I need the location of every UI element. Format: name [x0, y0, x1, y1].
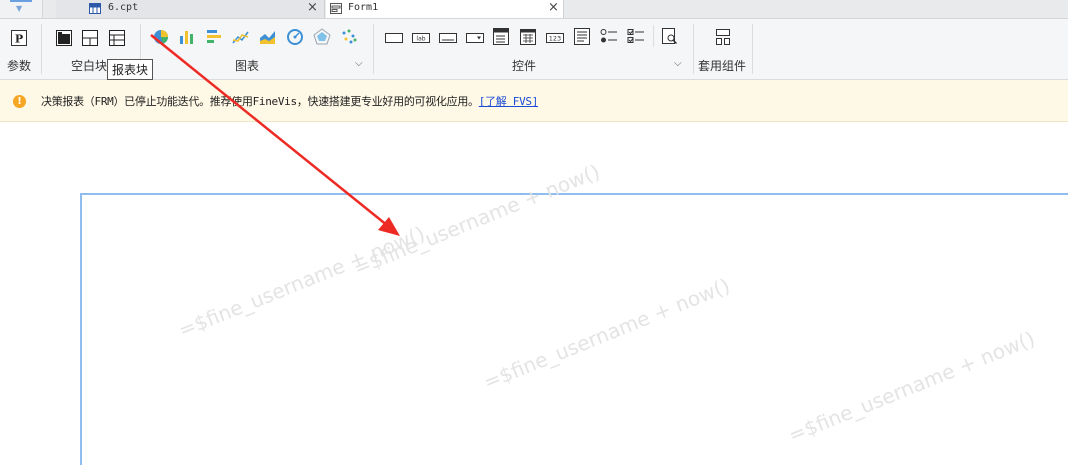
close-icon[interactable]: ×: [307, 0, 318, 15]
button-widget-icon[interactable]: [385, 30, 403, 48]
chevron-down-icon: ▼: [16, 4, 23, 13]
svg-text:P: P: [15, 33, 23, 46]
gauge-chart-icon[interactable]: [286, 28, 304, 46]
svg-text:lab: lab: [416, 36, 425, 43]
search-widget-icon[interactable]: [662, 28, 680, 46]
close-icon[interactable]: ×: [548, 0, 559, 15]
group-label-component: 套用组件: [698, 59, 747, 73]
bar-chart-icon[interactable]: [178, 28, 196, 46]
component-icon[interactable]: [714, 28, 732, 46]
combo-box-widget-icon[interactable]: [466, 30, 484, 48]
tab-6-cpt[interactable]: 6.cpt ×: [56, 0, 325, 18]
date-widget-icon[interactable]: [520, 28, 538, 46]
group-label-blank: 空白块: [71, 59, 108, 73]
chevron-down-icon[interactable]: ⌵: [355, 58, 363, 69]
horizontal-bar-chart-icon[interactable]: [205, 28, 223, 46]
area-chart-icon[interactable]: [259, 28, 277, 46]
tab-label: Form1: [348, 2, 379, 13]
checkbox-group-widget-icon[interactable]: [627, 28, 645, 46]
form-body-area[interactable]: [80, 193, 1068, 465]
notice-bar: ! 决策报表（FRM）已停止功能迭代。推荐使用FineVis，快速搭建更专业好用…: [0, 80, 1068, 122]
tab-block-icon[interactable]: [82, 30, 100, 48]
notice-text: 决策报表（FRM）已停止功能迭代。推荐使用FineVis，快速搭建更专业好用的可…: [41, 95, 479, 108]
pie-chart-icon[interactable]: [152, 28, 170, 46]
scatter-chart-icon[interactable]: [340, 28, 358, 46]
form-file-icon: [330, 3, 342, 14]
line-chart-icon[interactable]: [232, 28, 250, 46]
svg-text:123: 123: [549, 35, 561, 43]
number-widget-icon[interactable]: 123: [546, 30, 564, 48]
report-file-icon: [89, 3, 101, 14]
list-widget-icon[interactable]: [493, 28, 511, 46]
warning-icon: !: [13, 95, 26, 108]
parameter-icon[interactable]: P: [11, 30, 29, 48]
tooltip: 报表块: [107, 59, 154, 80]
file-menu-button[interactable]: ▼: [0, 0, 43, 18]
radar-chart-icon[interactable]: [313, 28, 331, 46]
tab-bar: ▼ 6.cpt × Form1 ×: [0, 0, 1068, 19]
text-field-widget-icon[interactable]: [439, 30, 457, 48]
label-widget-icon[interactable]: lab: [412, 30, 430, 48]
tab-label: 6.cpt: [108, 2, 139, 13]
tab-form1[interactable]: Form1 ×: [326, 0, 564, 18]
notice-message: 决策报表（FRM）已停止功能迭代。推荐使用FineVis，快速搭建更专业好用的可…: [41, 93, 538, 109]
report-block-icon[interactable]: [109, 30, 127, 48]
group-label-chart: 图表: [235, 59, 260, 73]
text-area-widget-icon[interactable]: [574, 28, 592, 46]
learn-fvs-link[interactable]: [了解 FVS]: [479, 95, 539, 108]
group-label-widget: 控件: [512, 59, 537, 73]
chevron-down-icon[interactable]: ⌵: [674, 58, 682, 69]
group-label-param: 参数: [7, 59, 32, 73]
widget-toolbar: P 参数 空白块 图表 ⌵ lab 123 控件 ⌵ 套用组件: [0, 19, 1068, 80]
absolute-block-icon[interactable]: [56, 30, 74, 48]
radio-group-widget-icon[interactable]: [600, 28, 618, 46]
